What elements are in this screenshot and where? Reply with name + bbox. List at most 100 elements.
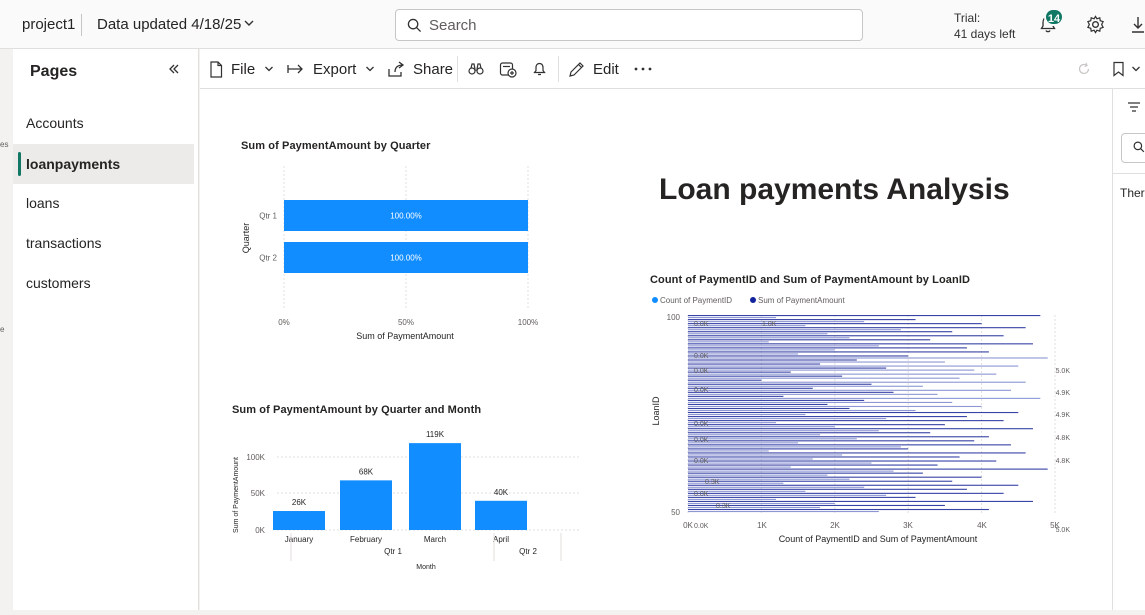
bar[interactable] — [688, 403, 828, 406]
bar[interactable] — [340, 480, 392, 530]
page-item-accounts[interactable]: Accounts — [13, 103, 194, 143]
reset-button[interactable] — [1077, 49, 1091, 89]
bar[interactable] — [688, 361, 945, 363]
bar[interactable] — [688, 349, 835, 351]
page-item-loanpayments[interactable]: loanpayments — [13, 144, 194, 184]
more-options-button[interactable] — [634, 49, 652, 89]
data-updated-label[interactable]: Data updated 4/18/25 — [97, 16, 241, 33]
bar[interactable] — [688, 470, 894, 472]
bar[interactable] — [688, 476, 982, 478]
file-menu-button[interactable]: File — [209, 49, 274, 89]
bar[interactable] — [688, 331, 953, 333]
bar[interactable] — [688, 409, 916, 412]
bar[interactable] — [688, 317, 777, 319]
bar[interactable] — [688, 472, 923, 474]
bar[interactable] — [688, 359, 857, 361]
bar[interactable] — [273, 511, 325, 530]
bar[interactable] — [688, 395, 784, 397]
bar[interactable] — [688, 407, 850, 410]
trial-status[interactable]: Trial: 41 days left — [954, 10, 1015, 42]
page-item-loans[interactable]: loans — [13, 183, 194, 223]
bar[interactable] — [688, 355, 909, 357]
bar[interactable] — [688, 452, 1026, 454]
bar[interactable] — [688, 335, 1004, 337]
payment-by-quarter-chart[interactable]: 100.00% Qtr 1 100.00% Qtr 2 0% 50% 100% Sum… — [230, 159, 560, 349]
bar[interactable] — [688, 446, 901, 448]
bar[interactable] — [688, 329, 901, 331]
bar[interactable] — [688, 343, 1033, 345]
bar[interactable] — [688, 397, 1041, 399]
bar[interactable] — [688, 363, 821, 365]
bar[interactable] — [688, 323, 982, 325]
export-menu-button[interactable]: Export — [287, 49, 375, 89]
bar[interactable] — [475, 500, 527, 530]
bar[interactable] — [688, 474, 828, 476]
bar[interactable] — [688, 399, 865, 401]
bar[interactable] — [688, 460, 997, 462]
workspace-name[interactable]: project1 — [22, 16, 75, 33]
bar[interactable] — [688, 506, 821, 509]
download-icon[interactable] — [1131, 15, 1145, 34]
bar[interactable] — [688, 462, 872, 464]
bar[interactable] — [688, 432, 931, 434]
bar[interactable] — [688, 484, 1019, 486]
bar[interactable] — [688, 347, 967, 349]
bar[interactable] — [688, 339, 931, 341]
bar[interactable] — [688, 357, 1048, 359]
bar[interactable] — [688, 389, 1011, 391]
share-button[interactable]: Share — [387, 49, 453, 89]
bar[interactable] — [688, 379, 762, 381]
bar[interactable] — [688, 345, 879, 347]
bar[interactable] — [688, 454, 843, 456]
bar[interactable] — [688, 496, 916, 498]
bar[interactable] — [688, 418, 887, 420]
gear-icon[interactable] — [1086, 15, 1105, 34]
bar[interactable] — [688, 438, 857, 440]
bar[interactable] — [688, 369, 975, 371]
bar[interactable] — [688, 440, 975, 442]
bar[interactable] — [688, 492, 1004, 494]
bar[interactable] — [688, 510, 879, 513]
bar[interactable] — [688, 391, 894, 393]
bar[interactable] — [688, 393, 938, 395]
bar[interactable] — [688, 494, 887, 496]
bar[interactable] — [688, 414, 806, 416]
bar[interactable] — [688, 327, 1026, 329]
search-input[interactable]: Search — [395, 9, 863, 41]
bar[interactable] — [688, 337, 850, 339]
subscribe-button[interactable] — [533, 49, 546, 89]
bookmark-button[interactable] — [1112, 49, 1141, 89]
bar[interactable] — [688, 367, 887, 369]
bar[interactable] — [688, 500, 1033, 502]
bar[interactable] — [688, 482, 784, 484]
bar[interactable] — [688, 480, 953, 482]
payment-by-month-chart[interactable]: 0K 50K 100K 26K January 68K February 119K Mar… — [225, 419, 590, 579]
bar[interactable] — [688, 373, 997, 375]
bar[interactable] — [688, 426, 835, 428]
bar[interactable] — [688, 341, 769, 343]
filter-icon[interactable] — [1127, 101, 1141, 113]
bar[interactable] — [688, 377, 960, 379]
bar[interactable] — [688, 450, 769, 452]
bar[interactable] — [688, 444, 1011, 446]
bar[interactable] — [688, 411, 1019, 414]
collapse-pane-icon[interactable] — [167, 62, 181, 76]
bar[interactable] — [688, 420, 1004, 422]
bar[interactable] — [688, 416, 967, 418]
edit-button[interactable]: Edit — [568, 49, 619, 89]
bar[interactable] — [688, 375, 843, 377]
bar[interactable] — [688, 319, 916, 321]
bar[interactable] — [688, 436, 989, 438]
bar[interactable] — [688, 405, 982, 408]
payment-by-loanid-chart[interactable]: Count of PaymentID Sum of PaymentAmount … — [648, 291, 1078, 561]
bar[interactable] — [409, 443, 461, 530]
bar[interactable] — [688, 434, 821, 436]
explore-button[interactable] — [468, 49, 484, 89]
bar[interactable] — [688, 448, 909, 450]
bar[interactable] — [688, 466, 791, 468]
bar[interactable] — [688, 333, 828, 335]
bar[interactable] — [688, 381, 1026, 383]
bar[interactable] — [688, 424, 945, 426]
bar[interactable] — [688, 486, 865, 488]
bar[interactable] — [688, 315, 1041, 317]
